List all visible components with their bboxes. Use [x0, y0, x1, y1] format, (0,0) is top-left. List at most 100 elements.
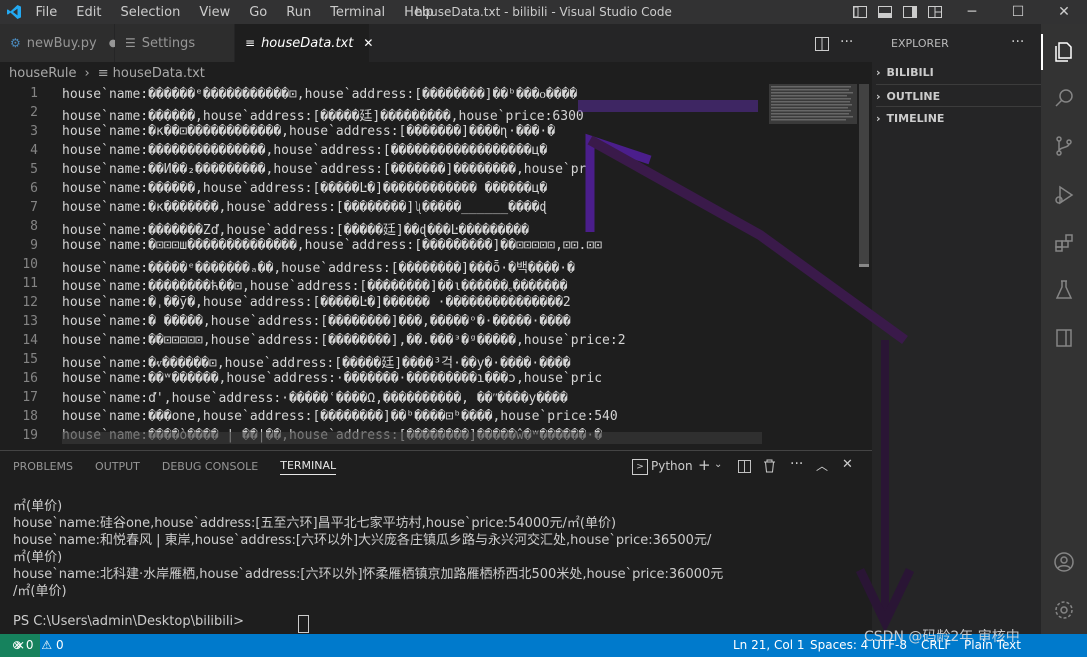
- tab-newbuy[interactable]: ⚙ newBuy.py ●: [0, 24, 117, 62]
- code-line[interactable]: house`name:������,house`address:[�����Ŀ�…: [62, 181, 762, 196]
- menu-file[interactable]: File: [26, 5, 67, 20]
- line-number: 17: [22, 390, 38, 405]
- code-line[interactable]: house`name:������,house`address:[�����廷]…: [62, 105, 762, 124]
- toggle-secondary-sidebar-icon[interactable]: [902, 4, 918, 20]
- tab-label: Settings: [141, 35, 196, 51]
- more-actions-icon[interactable]: ···: [790, 456, 803, 472]
- line-number: 18: [22, 409, 38, 424]
- tab-terminal[interactable]: TERMINAL: [280, 459, 337, 475]
- close-window-button[interactable]: ✕: [1041, 0, 1087, 24]
- code-line[interactable]: house`name:���one,house`address:[�������…: [62, 409, 762, 424]
- line-number: 14: [22, 333, 38, 348]
- error-icon: ⊗: [12, 638, 23, 652]
- line-number: 1: [30, 86, 38, 101]
- minimize-button[interactable]: ─: [949, 0, 995, 24]
- menu-selection[interactable]: Selection: [111, 5, 190, 20]
- extensions-icon[interactable]: [1041, 223, 1087, 263]
- code-line[interactable]: house`name:�ˌ��ӯ�,house`address:[�����Ŀ�…: [62, 295, 762, 310]
- explorer-more-icon[interactable]: ···: [1011, 34, 1024, 50]
- more-actions-icon[interactable]: ···: [840, 34, 853, 50]
- menu-edit[interactable]: Edit: [67, 5, 111, 20]
- menu-help[interactable]: Help: [395, 5, 444, 20]
- code-line[interactable]: house`name:�ⱴ������⊡,house`address:[����…: [62, 352, 762, 371]
- line-number: 4: [30, 143, 38, 158]
- python-file-icon: ⚙: [10, 36, 21, 50]
- split-editor-icon[interactable]: [815, 37, 829, 51]
- terminal-shell-name[interactable]: Python: [651, 459, 693, 473]
- remote-explorer-icon[interactable]: [1041, 318, 1087, 358]
- split-terminal-icon[interactable]: [738, 460, 751, 473]
- code-line[interactable]: house`name:�����ᵉ�������ₐ��,house`addres…: [62, 257, 762, 276]
- code-line[interactable]: house`name:ď',house`address:·�����ʿ����Ω…: [62, 390, 762, 406]
- editor-scrollbar[interactable]: [857, 84, 871, 450]
- section-label: OUTLINE: [886, 89, 941, 103]
- toggle-primary-sidebar-icon[interactable]: [852, 4, 868, 20]
- breadcrumb-file[interactable]: houseData.txt: [113, 66, 205, 81]
- cursor-position[interactable]: Ln 21, Col 1: [733, 634, 805, 657]
- settings-icon: ☰: [125, 36, 136, 50]
- chevron-right-icon: ›: [876, 65, 881, 79]
- text-file-icon: ≡: [245, 36, 256, 50]
- code-line[interactable]: house`name:���������������,house`address…: [62, 143, 762, 158]
- code-line[interactable]: house`name:��ʷ������,house`address:·����…: [62, 371, 762, 386]
- account-icon[interactable]: [1041, 542, 1087, 582]
- menu-terminal[interactable]: Terminal: [321, 5, 395, 20]
- tab-settings[interactable]: ☰ Settings: [115, 24, 235, 62]
- chevron-right-icon: ›: [876, 89, 881, 103]
- code-line[interactable]: house`name:��И��₂���������,house`address…: [62, 162, 762, 177]
- indentation[interactable]: Spaces: 4: [810, 634, 868, 657]
- maximize-panel-icon[interactable]: ︿: [816, 457, 828, 474]
- close-tab-icon[interactable]: ✕: [363, 36, 373, 50]
- menu-bar: File Edit Selection View Go Run Terminal…: [26, 0, 443, 24]
- chevron-down-icon[interactable]: ⌄: [714, 459, 722, 470]
- maximize-button[interactable]: ☐: [995, 0, 1041, 24]
- source-control-icon[interactable]: [1041, 126, 1087, 166]
- code-line[interactable]: house`name:������ᵉ�����������⊡,house`add…: [62, 86, 762, 102]
- run-debug-icon[interactable]: [1041, 175, 1087, 215]
- menu-view[interactable]: View: [190, 5, 240, 20]
- code-line[interactable]: house`name:�к��⊡������������,house`addre…: [62, 124, 762, 139]
- vscode-logo-icon: [7, 5, 21, 19]
- code-line[interactable]: house`name:��������ћ��⊡,house`address:[�…: [62, 276, 762, 294]
- new-terminal-icon[interactable]: +: [698, 456, 711, 474]
- close-panel-icon[interactable]: ✕: [842, 457, 853, 472]
- section-bilibili[interactable]: › BILIBILI: [876, 61, 934, 83]
- tab-debug-console[interactable]: DEBUG CONSOLE: [162, 460, 258, 475]
- toggle-panel-icon[interactable]: [877, 4, 893, 20]
- line-number: 11: [22, 276, 38, 291]
- explorer-icon[interactable]: [1041, 32, 1087, 72]
- chevron-right-icon: ›: [876, 111, 881, 125]
- explorer-header: EXPLORER: [891, 37, 949, 50]
- code-line[interactable]: house`name:��⊡⊡⊡⊡⊡,house`address:[������…: [62, 333, 762, 348]
- text-file-icon: ≡: [97, 65, 109, 81]
- line-number: 15: [22, 352, 38, 367]
- section-timeline[interactable]: › TIMELINE: [876, 106, 1041, 129]
- line-number: 16: [22, 371, 38, 386]
- search-icon[interactable]: [1041, 78, 1087, 118]
- tab-label: newBuy.py: [26, 35, 97, 51]
- watermark: CSDN @码龄2年 审核中: [864, 629, 1020, 645]
- terminal-line: /㎡(单价): [13, 584, 67, 599]
- tab-output[interactable]: OUTPUT: [95, 460, 140, 475]
- minimap[interactable]: [769, 84, 857, 450]
- menu-run[interactable]: Run: [277, 5, 321, 20]
- line-number: 6: [30, 181, 38, 196]
- trash-icon[interactable]: [763, 459, 776, 473]
- manage-gear-icon[interactable]: [1041, 590, 1087, 630]
- testing-icon[interactable]: [1041, 270, 1087, 310]
- tab-problems[interactable]: PROBLEMS: [13, 460, 73, 475]
- problems-status[interactable]: ⊗ 0 ⚠ 0: [12, 634, 64, 657]
- customize-layout-icon[interactable]: [927, 4, 943, 20]
- code-line[interactable]: house`name:� �����,house`address:[������…: [62, 314, 762, 329]
- breadcrumb-folder[interactable]: houseRule: [9, 66, 77, 81]
- terminal-cursor[interactable]: [298, 615, 309, 633]
- code-line[interactable]: house`name:�⊡⊡⊡ш��������������,house`add…: [62, 238, 762, 253]
- section-outline[interactable]: › OUTLINE: [876, 84, 1041, 107]
- terminal-shell-icon: >: [632, 459, 648, 475]
- line-number: 9: [30, 238, 38, 253]
- menu-go[interactable]: Go: [240, 5, 277, 20]
- code-line[interactable]: house`name:�к�������,house`address:[����…: [62, 200, 762, 215]
- tab-housedata[interactable]: ≡ houseData.txt ✕: [235, 24, 373, 62]
- code-line[interactable]: house`name:�������Zď,house`address:[����…: [62, 219, 762, 238]
- horizontal-scrollbar[interactable]: [62, 432, 762, 444]
